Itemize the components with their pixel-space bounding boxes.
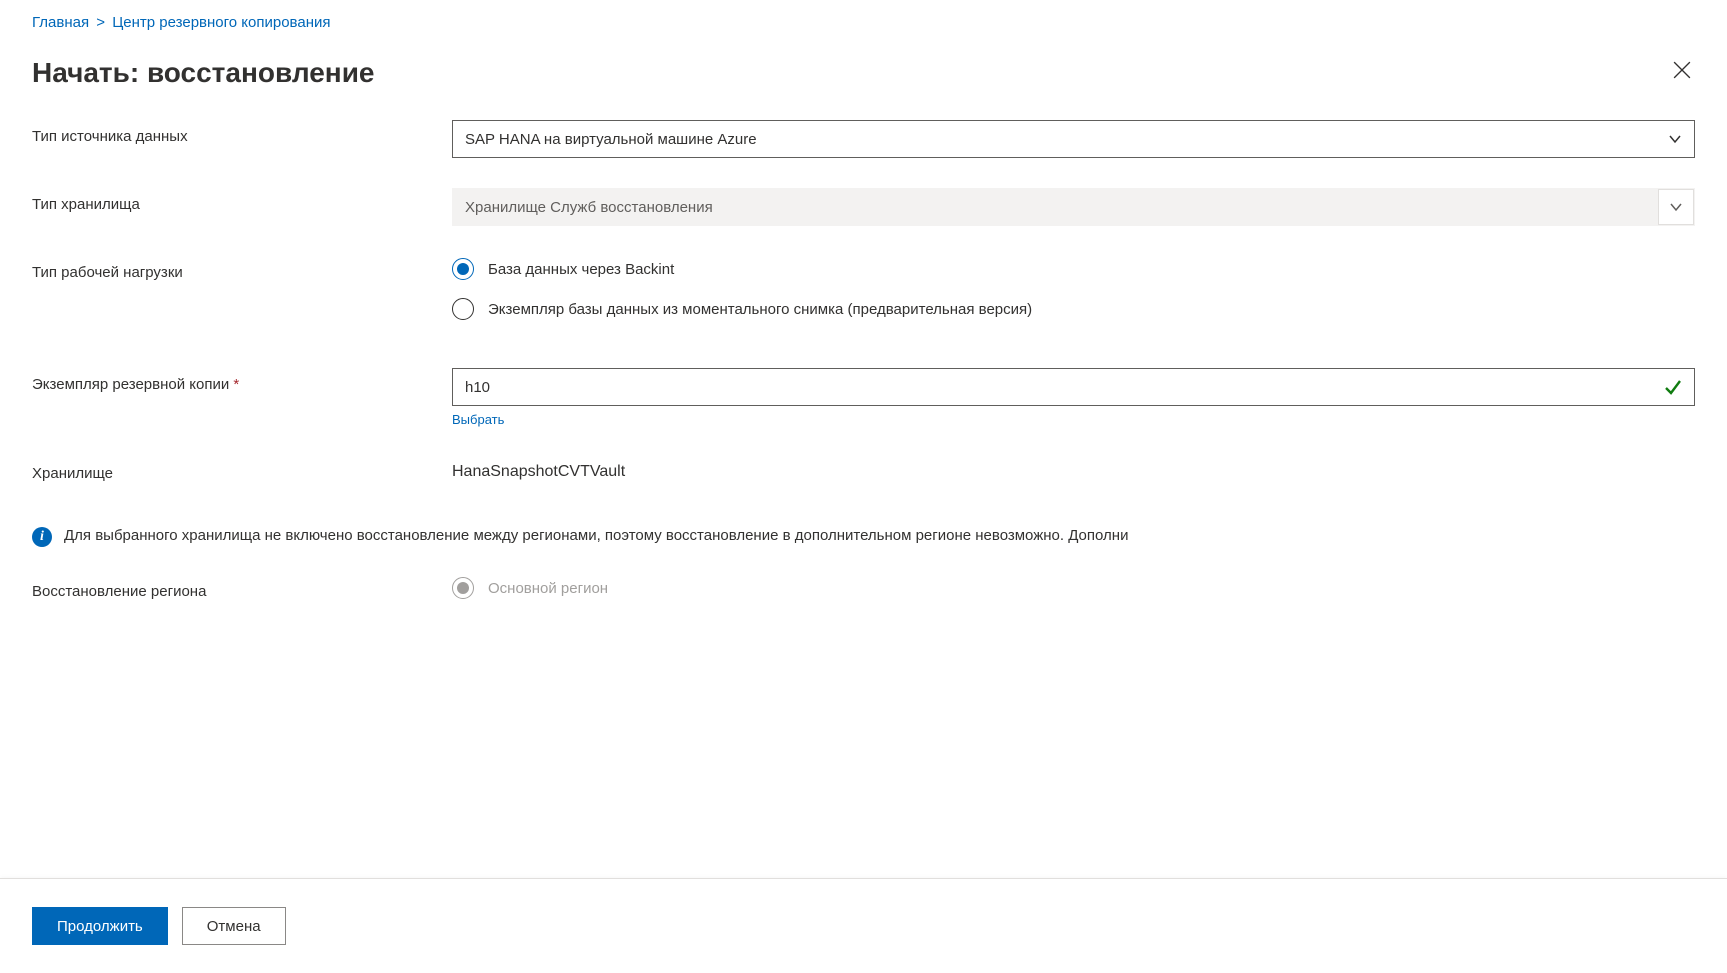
workload-radio-snapshot-label: Экземпляр базы данных из моментального с…	[488, 301, 1032, 318]
footer: Продолжить Отмена	[0, 878, 1727, 973]
vault-value: HanaSnapshotCVTVault	[452, 457, 1695, 481]
info-banner: i Для выбранного хранилища не включено в…	[32, 527, 1695, 547]
vault-type-select: Хранилище Служб восстановления	[452, 188, 1695, 226]
chevron-down-icon	[1668, 132, 1682, 146]
form-content: Тип источника данных SAP HANA на виртуал…	[0, 120, 1727, 878]
region-radio-primary: Основной регион	[452, 577, 1695, 599]
chevron-down-icon	[1669, 200, 1683, 214]
backup-instance-value: h10	[465, 379, 490, 396]
breadcrumb-separator: >	[93, 14, 108, 31]
radio-icon	[452, 577, 474, 599]
datasource-type-value: SAP HANA на виртуальной машине Azure	[465, 131, 757, 148]
label-vault: Хранилище	[32, 457, 452, 482]
breadcrumb-home[interactable]: Главная	[32, 14, 89, 31]
info-icon: i	[32, 527, 52, 547]
info-message: Для выбранного хранилища не включено вос…	[64, 527, 1128, 544]
close-button[interactable]	[1669, 57, 1695, 86]
radio-icon	[452, 258, 474, 280]
checkmark-icon	[1664, 378, 1682, 396]
label-datasource-type: Тип источника данных	[32, 120, 452, 145]
radio-icon	[452, 298, 474, 320]
label-backup-instance: Экземпляр резервной копии *	[32, 368, 452, 393]
page-title: Начать: восстановление	[32, 57, 375, 89]
label-region-restore: Восстановление региона	[32, 575, 452, 600]
select-instance-link[interactable]: Выбрать	[452, 412, 504, 427]
close-icon	[1673, 61, 1691, 79]
breadcrumb: Главная > Центр резервного копирования	[0, 0, 1727, 37]
label-workload-type: Тип рабочей нагрузки	[32, 256, 452, 281]
workload-type-radio-group: База данных через Backint Экземпляр базы…	[452, 256, 1695, 320]
cancel-button[interactable]: Отмена	[182, 907, 286, 945]
workload-radio-backint[interactable]: База данных через Backint	[452, 258, 1695, 280]
backup-instance-input[interactable]: h10	[452, 368, 1695, 406]
region-radio-primary-label: Основной регион	[488, 580, 608, 597]
workload-radio-backint-label: База данных через Backint	[488, 261, 674, 278]
workload-radio-snapshot[interactable]: Экземпляр базы данных из моментального с…	[452, 298, 1695, 320]
label-vault-type: Тип хранилища	[32, 188, 452, 213]
vault-type-value: Хранилище Служб восстановления	[465, 199, 713, 216]
continue-button[interactable]: Продолжить	[32, 907, 168, 945]
breadcrumb-backup-center[interactable]: Центр резервного копирования	[112, 14, 330, 31]
page-header: Начать: восстановление	[0, 37, 1727, 121]
datasource-type-select[interactable]: SAP HANA на виртуальной машине Azure	[452, 120, 1695, 158]
region-restore-radio-group: Основной регион	[452, 575, 1695, 599]
